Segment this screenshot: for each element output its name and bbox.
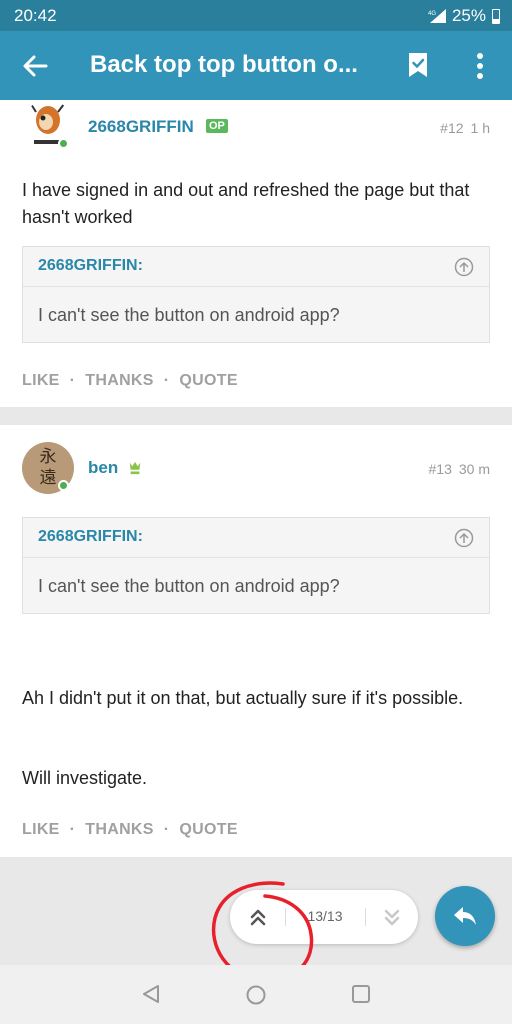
post-navigator: 13/13 xyxy=(230,890,418,944)
reply-icon xyxy=(454,907,476,925)
jump-to-top-icon[interactable] xyxy=(246,905,270,929)
post-actions: LIKE · THANKS · QUOTE xyxy=(22,372,238,390)
back-arrow-icon[interactable] xyxy=(20,51,50,81)
system-navigation-bar xyxy=(0,965,512,1024)
post-time: 30 m xyxy=(458,461,490,477)
post-body: Ah I didn't put it on that, but actually… xyxy=(22,688,464,708)
quote-text: I can't see the button on android app? xyxy=(38,576,340,596)
separator-dot: · xyxy=(163,372,170,389)
status-bar: 20:42 4G 25% xyxy=(0,0,512,31)
post-body-paragraph-2: Will investigate. xyxy=(22,768,148,788)
quote-header: 2668GRIFFIN: xyxy=(23,518,489,558)
svg-text:4G: 4G xyxy=(428,11,436,17)
reply-button[interactable] xyxy=(435,886,495,946)
quote-text: I can't see the button on android app? xyxy=(38,305,340,325)
post-number[interactable]: #13 xyxy=(429,461,452,477)
username[interactable]: 2668GRIFFIN xyxy=(88,117,194,137)
post-time: 1 h xyxy=(470,120,490,136)
like-button[interactable]: LIKE xyxy=(22,372,60,390)
post-meta: #12 1 h xyxy=(433,120,490,136)
separator-dot: · xyxy=(163,821,170,838)
quote-author[interactable]: 2668GRIFFIN: xyxy=(38,257,143,275)
username[interactable]: ben xyxy=(88,458,118,478)
more-options-icon[interactable] xyxy=(470,51,490,81)
post-12: 2668GRIFFIN OP #12 1 h I have signed in a… xyxy=(0,100,512,407)
online-indicator xyxy=(58,138,69,149)
bookmark-icon[interactable] xyxy=(406,51,430,79)
like-button[interactable]: LIKE xyxy=(22,821,60,839)
separator-dot: · xyxy=(69,821,76,838)
quote-button[interactable]: QUOTE xyxy=(179,372,237,390)
jump-to-quote-icon[interactable] xyxy=(454,528,474,548)
jump-to-quote-icon[interactable] xyxy=(454,257,474,277)
op-badge: OP xyxy=(206,119,228,133)
system-home-icon[interactable] xyxy=(245,984,267,1006)
divider xyxy=(365,908,366,926)
quote-block: 2668GRIFFIN: I can't see the button on a… xyxy=(22,517,490,614)
staff-crown-icon xyxy=(129,461,141,475)
signal-icon: 4G xyxy=(428,9,446,23)
post-number[interactable]: #12 xyxy=(440,120,463,136)
system-recents-icon[interactable] xyxy=(351,984,371,1004)
quote-block: 2668GRIFFIN: I can't see the button on a… xyxy=(22,246,490,343)
divider xyxy=(285,908,286,926)
online-indicator xyxy=(58,480,69,491)
thanks-button[interactable]: THANKS xyxy=(85,372,153,390)
status-indicators: 4G 25% xyxy=(426,6,500,26)
post-actions: LIKE · THANKS · QUOTE xyxy=(22,821,238,839)
post-body: I have signed in and out and refreshed t… xyxy=(22,180,470,227)
status-time: 20:42 xyxy=(14,6,57,25)
battery-icon xyxy=(492,8,500,24)
post-meta: #13 30 m xyxy=(422,461,490,477)
jump-to-bottom-icon[interactable] xyxy=(380,905,404,929)
system-back-icon[interactable] xyxy=(140,983,162,1005)
page-title: Back top top button o... xyxy=(90,51,358,78)
thanks-button[interactable]: THANKS xyxy=(85,821,153,839)
post-13: 永遠 ben #13 30 m 2668GRIFFIN: I can't see … xyxy=(0,425,512,857)
separator-dot: · xyxy=(69,372,76,389)
post-position[interactable]: 13/13 xyxy=(300,908,350,924)
quote-header: 2668GRIFFIN: xyxy=(23,247,489,287)
quote-author[interactable]: 2668GRIFFIN: xyxy=(38,528,143,546)
app-bar: Back top top button o... xyxy=(0,31,512,100)
battery-percent: 25% xyxy=(451,6,486,25)
quote-button[interactable]: QUOTE xyxy=(179,821,237,839)
